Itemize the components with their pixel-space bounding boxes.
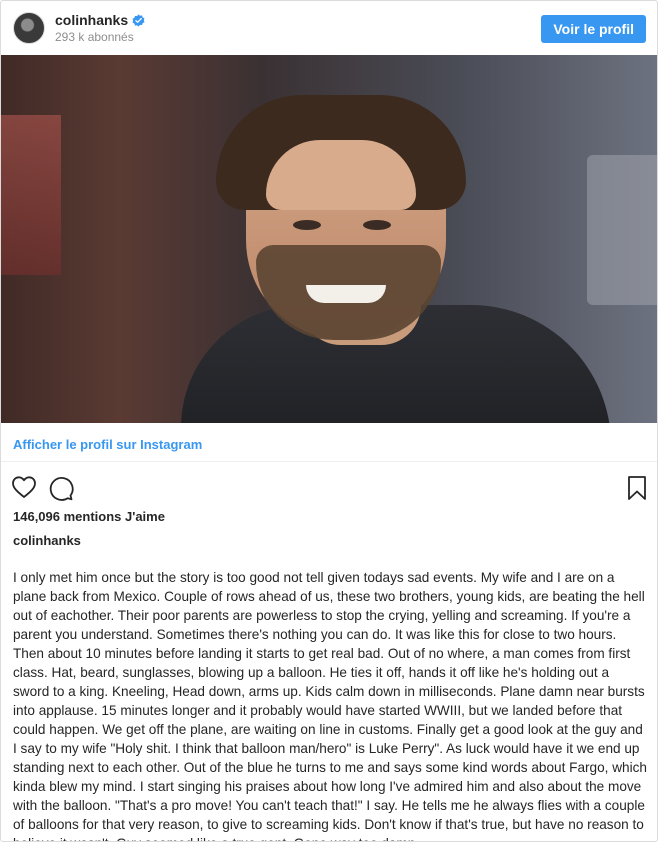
user-info: colinhanks 293 k abonnés xyxy=(55,12,145,44)
photo-eye-left xyxy=(293,220,321,230)
view-profile-button[interactable]: Voir le profil xyxy=(541,15,646,43)
view-on-instagram-link[interactable]: Afficher le profil sur Instagram xyxy=(13,437,202,452)
photo-background-right xyxy=(587,155,657,305)
bookmark-icon[interactable] xyxy=(627,475,647,506)
caption-text: I only met him once but the story is too… xyxy=(13,570,647,841)
photo-background-left xyxy=(1,115,61,275)
divider xyxy=(1,461,657,462)
follower-count: 293 k abonnés xyxy=(55,30,134,44)
heart-icon[interactable] xyxy=(11,475,37,504)
photo-eye-right xyxy=(363,220,391,230)
photo-smile xyxy=(306,285,386,303)
instagram-embed: colinhanks 293 k abonnés Voir le profil … xyxy=(0,0,658,842)
like-count[interactable]: 146,096 mentions J'aime xyxy=(13,509,165,524)
caption-username[interactable]: colinhanks xyxy=(13,533,81,548)
verified-badge-icon xyxy=(132,13,145,27)
comment-icon[interactable] xyxy=(48,475,74,506)
photo-forehead xyxy=(266,140,416,210)
username[interactable]: colinhanks xyxy=(55,12,128,28)
avatar[interactable] xyxy=(13,12,45,44)
post-header: colinhanks 293 k abonnés Voir le profil xyxy=(1,1,657,55)
action-bar xyxy=(11,475,651,503)
post-photo[interactable] xyxy=(1,55,657,423)
username-row: colinhanks xyxy=(55,12,145,28)
